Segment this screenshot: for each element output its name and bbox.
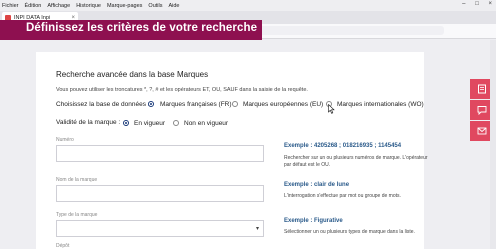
radio-eu[interactable] — [232, 101, 238, 107]
close-window-button[interactable]: × — [488, 1, 492, 7]
radio-fr-label[interactable]: Marques françaises (FR) — [160, 101, 232, 108]
radio-non-en-vigueur-label[interactable]: Non en vigueur — [184, 120, 228, 127]
trademark-type-select[interactable]: ▾ — [56, 220, 264, 237]
window-controls: – □ × — [454, 1, 492, 7]
radio-fr[interactable] — [148, 101, 154, 107]
number-help: Rechercher sur un ou plusieurs numéros d… — [284, 155, 428, 168]
menu-item-help[interactable]: Aide — [168, 3, 179, 9]
number-example: Exemple : 4205268 ; 018216935 ; 1145454 — [284, 143, 402, 149]
type-example: Exemple : Figurative — [284, 218, 343, 224]
name-example: Exemple : clair de lune — [284, 182, 350, 188]
menu-item-bookmarks[interactable]: Marque-pages — [107, 3, 142, 9]
maximize-button[interactable]: □ — [475, 1, 479, 7]
type-help: Sélectionner un ou plusieurs types de ma… — [284, 229, 415, 235]
caption-text: Définissez les critères de votre recherc… — [26, 22, 258, 34]
radio-wo-label[interactable]: Marques internationales (WO) — [337, 101, 424, 108]
name-help: L'interrogation s'effectue par mot ou gr… — [284, 193, 401, 199]
page-title: Recherche avancée dans la base Marques — [56, 70, 209, 79]
radio-en-vigueur[interactable] — [123, 120, 129, 126]
validity-label: Validité de la marque : — [56, 119, 121, 126]
database-label: Choisissez la base de données : — [56, 101, 150, 108]
menu-item-tools[interactable]: Outils — [148, 3, 162, 9]
number-field-label: Numéro — [56, 137, 74, 143]
radio-non-en-vigueur[interactable] — [173, 120, 179, 126]
menu-item-view[interactable]: Affichage — [47, 3, 70, 9]
menu-item-history[interactable]: Historique — [76, 3, 101, 9]
intro-text: Vous pouvez utiliser les troncatures *, … — [56, 87, 308, 93]
radio-eu-label[interactable]: Marques européennes (EU) — [243, 101, 323, 108]
number-input[interactable] — [56, 145, 264, 162]
scrollbar[interactable] — [490, 40, 496, 249]
trademark-name-input[interactable] — [56, 185, 264, 202]
chevron-down-icon: ▾ — [255, 226, 259, 232]
minimize-button[interactable]: – — [462, 1, 465, 7]
type-field-label: Type de la marque — [56, 212, 98, 218]
mouse-cursor-icon — [328, 104, 335, 114]
name-field-label: Nom de la marque — [56, 177, 98, 183]
menu-item-edit[interactable]: Édition — [25, 3, 42, 9]
menu-item-file[interactable]: Fichier — [2, 3, 19, 9]
menu-bar: Fichier Édition Affichage Historique Mar… — [0, 0, 496, 11]
radio-en-vigueur-label[interactable]: En vigueur — [134, 120, 165, 127]
deposit-field-label: Dépôt — [56, 243, 70, 249]
